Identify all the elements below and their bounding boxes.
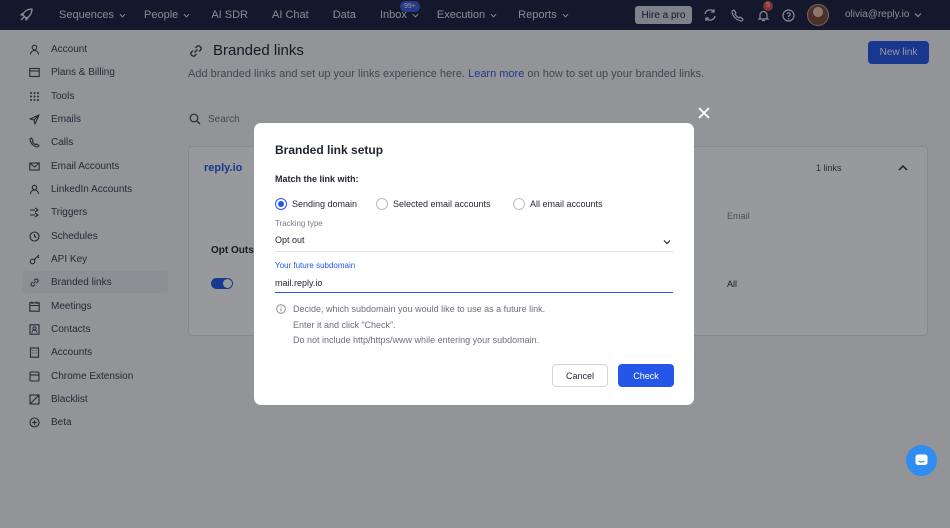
check-button[interactable]: Check <box>618 364 674 387</box>
match-label: Match the link with: <box>275 174 359 184</box>
chat-icon <box>915 454 928 465</box>
tracking-type-label: Tracking type <box>275 219 323 228</box>
radio-all-email-accounts[interactable]: All email accounts <box>513 198 603 210</box>
hint-line: Enter it and click “Check”. <box>293 320 396 330</box>
close-icon[interactable] <box>697 106 711 120</box>
hint-line: Do not include http/https/www while ente… <box>293 335 540 345</box>
radio-unchecked-icon[interactable] <box>513 198 525 210</box>
dialog-title: Branded link setup <box>275 143 384 157</box>
info-icon <box>276 304 286 314</box>
support-chat-button[interactable] <box>906 445 937 476</box>
radio-sending-domain[interactable]: Sending domain <box>275 198 357 210</box>
tracking-type-value: Opt out <box>275 235 305 245</box>
chevron-down-icon <box>663 240 671 245</box>
hint-line: Decide, which subdomain you would like t… <box>293 304 546 314</box>
tracking-type-select[interactable]: Opt out <box>275 232 673 252</box>
radio-selected-email-accounts[interactable]: Selected email accounts <box>376 198 491 210</box>
radio-checked-icon[interactable] <box>275 198 287 210</box>
subdomain-input[interactable] <box>275 274 673 293</box>
branded-link-setup-dialog: Branded link setup Match the link with: … <box>254 123 694 405</box>
subdomain-label: Your future subdomain <box>275 261 356 270</box>
cancel-button[interactable]: Cancel <box>552 364 608 387</box>
radio-unchecked-icon[interactable] <box>376 198 388 210</box>
